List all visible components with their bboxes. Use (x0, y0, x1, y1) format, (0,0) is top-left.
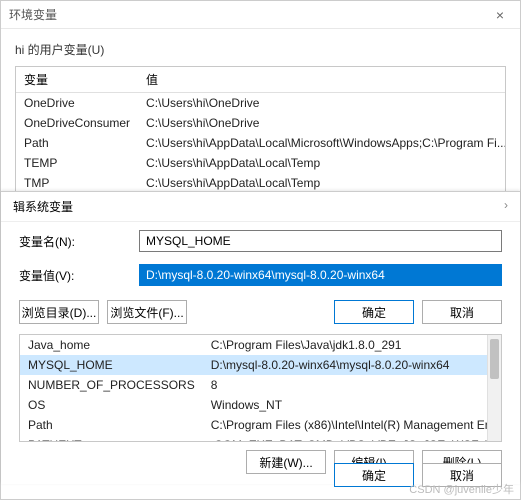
table-row[interactable]: NUMBER_OF_PROCESSORS8 (20, 375, 502, 395)
var-name: OS (20, 395, 203, 415)
var-name: PATHEXT (20, 435, 203, 442)
var-value: .COM;.EXE;.BAT;.CMD;.VBS;.VBE;.JS;.JSE;.… (203, 435, 502, 442)
var-name-label: 变量名(N): (19, 233, 139, 250)
table-row[interactable]: TMPC:\Users\hi\AppData\Local\Temp (16, 173, 506, 193)
watermark: CSDN @juvenile少年 (409, 481, 514, 497)
scroll-thumb[interactable] (490, 339, 499, 379)
var-name: MYSQL_HOME (20, 355, 203, 375)
edit-title-text: 辑系统变量 (13, 198, 73, 215)
var-name: Path (16, 133, 138, 153)
user-variables-section: hi 的用户变量(U) 变量 值 OneDriveC:\Users\hi\One… (1, 29, 520, 202)
titlebar: 环境变量 × (1, 1, 520, 29)
edit-dialog-title: 辑系统变量 › (1, 192, 520, 222)
table-row[interactable]: OSWindows_NT (20, 395, 502, 415)
var-name: OneDriveConsumer (16, 113, 138, 133)
expand-icon[interactable]: › (504, 198, 508, 215)
user-section-title: hi 的用户变量(U) (15, 41, 506, 58)
table-row[interactable]: PATHEXT.COM;.EXE;.BAT;.CMD;.VBS;.VBE;.JS… (20, 435, 502, 442)
var-name: Java_home (20, 335, 203, 355)
var-value: C:\Users\hi\OneDrive (138, 113, 506, 133)
col-value[interactable]: 值 (138, 67, 506, 93)
table-row[interactable]: PathC:\Users\hi\AppData\Local\Microsoft\… (16, 133, 506, 153)
user-vars-table[interactable]: 变量 值 OneDriveC:\Users\hi\OneDriveOneDriv… (16, 67, 506, 193)
table-row[interactable]: MYSQL_HOMED:\mysql-8.0.20-winx64\mysql-8… (20, 355, 502, 375)
var-value: C:\Users\hi\AppData\Local\Temp (138, 153, 506, 173)
table-row[interactable]: OneDriveC:\Users\hi\OneDrive (16, 93, 506, 114)
var-value: C:\Program Files\Java\jdk1.8.0_291 (203, 335, 502, 355)
var-name: NUMBER_OF_PROCESSORS (20, 375, 203, 395)
table-row[interactable]: Java_homeC:\Program Files\Java\jdk1.8.0_… (20, 335, 502, 355)
var-value-label: 变量值(V): (19, 267, 139, 284)
var-value: C:\Users\hi\AppData\Local\Temp (138, 173, 506, 193)
edit-cancel-button[interactable]: 取消 (422, 300, 502, 324)
edit-system-variable-dialog: 辑系统变量 › 变量名(N): 变量值(V): 浏览目录(D)... 浏览文件(… (1, 191, 520, 484)
var-value: D:\mysql-8.0.20-winx64\mysql-8.0.20-winx… (203, 355, 502, 375)
system-vars-table[interactable]: Java_homeC:\Program Files\Java\jdk1.8.0_… (20, 335, 502, 442)
system-vars-table-wrap: Java_homeC:\Program Files\Java\jdk1.8.0_… (19, 334, 502, 442)
browse-dir-button[interactable]: 浏览目录(D)... (19, 300, 99, 324)
var-name: TEMP (16, 153, 138, 173)
var-value: C:\Program Files (x86)\Intel\Intel(R) Ma… (203, 415, 502, 435)
var-name-input[interactable] (139, 230, 502, 252)
table-row[interactable]: TEMPC:\Users\hi\AppData\Local\Temp (16, 153, 506, 173)
var-value-input[interactable] (139, 264, 502, 286)
table-row[interactable]: OneDriveConsumerC:\Users\hi\OneDrive (16, 113, 506, 133)
dialog-title: 环境变量 (9, 6, 57, 23)
env-variables-dialog: 环境变量 × hi 的用户变量(U) 变量 值 OneDriveC:\Users… (0, 0, 521, 500)
col-variable[interactable]: 变量 (16, 67, 138, 93)
var-value: C:\Users\hi\OneDrive (138, 93, 506, 114)
sys-new-button[interactable]: 新建(W)... (246, 450, 326, 474)
var-name: OneDrive (16, 93, 138, 114)
var-value: Windows_NT (203, 395, 502, 415)
browse-file-button[interactable]: 浏览文件(F)... (107, 300, 187, 324)
table-row[interactable]: PathC:\Program Files (x86)\Intel\Intel(R… (20, 415, 502, 435)
edit-ok-button[interactable]: 确定 (334, 300, 414, 324)
var-name: TMP (16, 173, 138, 193)
dialog-ok-button[interactable]: 确定 (334, 463, 414, 487)
close-icon[interactable]: × (488, 7, 512, 23)
var-name: Path (20, 415, 203, 435)
scrollbar[interactable] (487, 335, 501, 441)
var-value: C:\Users\hi\AppData\Local\Microsoft\Wind… (138, 133, 506, 153)
user-vars-table-wrap: 变量 值 OneDriveC:\Users\hi\OneDriveOneDriv… (15, 66, 506, 196)
var-value: 8 (203, 375, 502, 395)
